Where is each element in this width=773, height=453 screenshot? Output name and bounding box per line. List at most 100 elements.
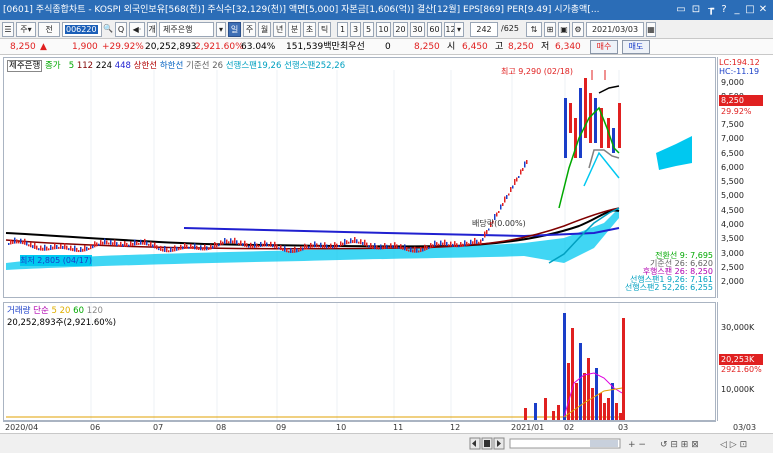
interval-button-0[interactable]: 1 xyxy=(337,22,348,37)
link-icon[interactable]: ┲ xyxy=(705,3,717,16)
candle xyxy=(114,239,116,246)
maximize-icon[interactable]: □ xyxy=(744,3,756,16)
save-icon[interactable]: ▣ xyxy=(558,22,570,37)
date-tick-label: 11 xyxy=(393,423,404,432)
period-tab-0[interactable]: 일 xyxy=(228,22,241,37)
high-price: 8,250 xyxy=(508,42,534,52)
legend-stock-name: 제주은행 xyxy=(7,60,43,72)
interval-button-1[interactable]: 3 xyxy=(350,22,361,37)
interval-button-5[interactable]: 30 xyxy=(410,22,425,37)
candle xyxy=(338,245,340,248)
date-input[interactable]: 2021/03/03 xyxy=(586,22,644,37)
period-tab-3[interactable]: 년 xyxy=(273,22,286,37)
bottom-toolbar: + − ↺ ⊟ ⊞ ⊠ ◁ ▷ ⊡ xyxy=(0,433,773,453)
candle xyxy=(202,247,204,251)
candle xyxy=(74,245,76,252)
sell-button[interactable]: 매도 xyxy=(622,40,650,54)
price-chart-pane[interactable]: 제주은행 종가 5 112 224 448 상한선 하한선 기준선 26 선행스… xyxy=(3,57,716,298)
open-label: 시 xyxy=(447,42,456,52)
candle xyxy=(186,244,188,249)
interval-button-4[interactable]: 20 xyxy=(393,22,408,37)
candle xyxy=(264,240,266,247)
prev-button[interactable]: 전 xyxy=(38,22,60,37)
candle xyxy=(298,249,300,252)
candle xyxy=(268,244,270,247)
current-price: 8,250 xyxy=(10,42,36,52)
stock-name-field[interactable]: 제주은행 xyxy=(159,22,214,37)
period-tab-2[interactable]: 월 xyxy=(258,22,271,37)
minimize-icon[interactable]: _ xyxy=(731,3,743,16)
price-tick-label: 3,000 xyxy=(721,249,744,258)
candle xyxy=(302,247,304,251)
candle xyxy=(218,244,220,247)
candle xyxy=(506,195,508,199)
candle xyxy=(70,245,72,251)
candle xyxy=(140,239,142,245)
candle xyxy=(472,241,474,245)
restore-icon[interactable]: ▭ xyxy=(675,3,687,16)
compare-icon[interactable]: ⇅ xyxy=(526,22,542,37)
indicator-icon[interactable]: ⊞ xyxy=(544,22,556,37)
buy-button[interactable]: 매수 xyxy=(590,40,618,54)
count-input[interactable]: 242 xyxy=(470,22,498,37)
calendar-icon[interactable]: ▦ xyxy=(646,22,656,37)
candle xyxy=(256,243,258,248)
volume-bar xyxy=(595,368,598,420)
lookup-icon[interactable]: Q xyxy=(115,22,127,37)
interval-button-2[interactable]: 5 xyxy=(363,22,374,37)
candle xyxy=(44,244,46,251)
candle xyxy=(436,242,438,247)
period-tab-6[interactable]: 틱 xyxy=(318,22,331,37)
legend-span1-n: 9,26 xyxy=(262,61,282,71)
scroll-controls[interactable]: + − ↺ ⊟ ⊞ ⊠ ◁ ▷ ⊡ xyxy=(0,434,773,453)
candle xyxy=(24,238,26,245)
high-annotation: 최고 9,290 (02/18) xyxy=(501,67,574,76)
candle xyxy=(68,248,70,251)
menu-icon[interactable]: ☰ xyxy=(2,22,14,37)
candle xyxy=(96,242,98,247)
close-icon[interactable]: ✕ xyxy=(757,3,769,16)
pin-icon[interactable]: ⊡ xyxy=(690,3,702,16)
interval-button-3[interactable]: 10 xyxy=(376,22,391,37)
type-button[interactable]: 개 xyxy=(147,22,157,37)
date-tick-label: 03/03 xyxy=(733,423,757,432)
candle xyxy=(478,241,480,244)
candle xyxy=(276,244,278,249)
svg-text:◁ ▷ ⊡: ◁ ▷ ⊡ xyxy=(720,440,747,450)
candle xyxy=(404,244,406,251)
candle xyxy=(176,246,178,251)
candle xyxy=(432,244,434,248)
candle xyxy=(500,204,502,210)
volume-bar xyxy=(557,405,560,420)
price-legend: 제주은행 종가 5 112 224 448 상한선 하한선 기준선 26 선행스… xyxy=(7,59,345,72)
period-tab-4[interactable]: 분 xyxy=(288,22,301,37)
candle xyxy=(448,244,450,247)
interval-button-6[interactable]: 60 xyxy=(427,22,442,37)
candle xyxy=(148,243,150,246)
candle xyxy=(304,243,306,250)
volume-bar xyxy=(583,373,586,420)
sound-icon[interactable]: ◀· xyxy=(129,22,145,37)
candle xyxy=(52,246,54,250)
stock-code-input[interactable]: 006220 xyxy=(62,22,102,37)
list-dropdown-button[interactable]: 주▾ xyxy=(16,22,36,37)
search-icon[interactable]: 🔍 xyxy=(103,22,113,37)
candle xyxy=(262,243,264,247)
candle xyxy=(328,246,330,249)
help-icon[interactable]: ? xyxy=(718,3,730,16)
period-tab-1[interactable]: 주 xyxy=(243,22,256,37)
stock-name-dropdown[interactable]: ▾ xyxy=(216,22,226,37)
candle xyxy=(498,211,500,213)
legend-volume: 거래량 xyxy=(7,306,31,316)
period-tab-5[interactable]: 초 xyxy=(303,22,316,37)
candle xyxy=(8,243,10,245)
period-dropdown[interactable]: ▾ xyxy=(454,22,464,37)
price-tick-label: 9,000 xyxy=(721,78,744,87)
candle xyxy=(164,245,166,252)
candle xyxy=(426,245,428,250)
settings-icon[interactable]: ⚙ xyxy=(572,22,584,37)
candle xyxy=(496,212,498,217)
candle xyxy=(60,243,62,249)
candle xyxy=(168,250,170,253)
volume-chart-pane[interactable]: 거래량 단순 5 20 60 120 20,252,893주(2,921.60%… xyxy=(3,302,716,421)
